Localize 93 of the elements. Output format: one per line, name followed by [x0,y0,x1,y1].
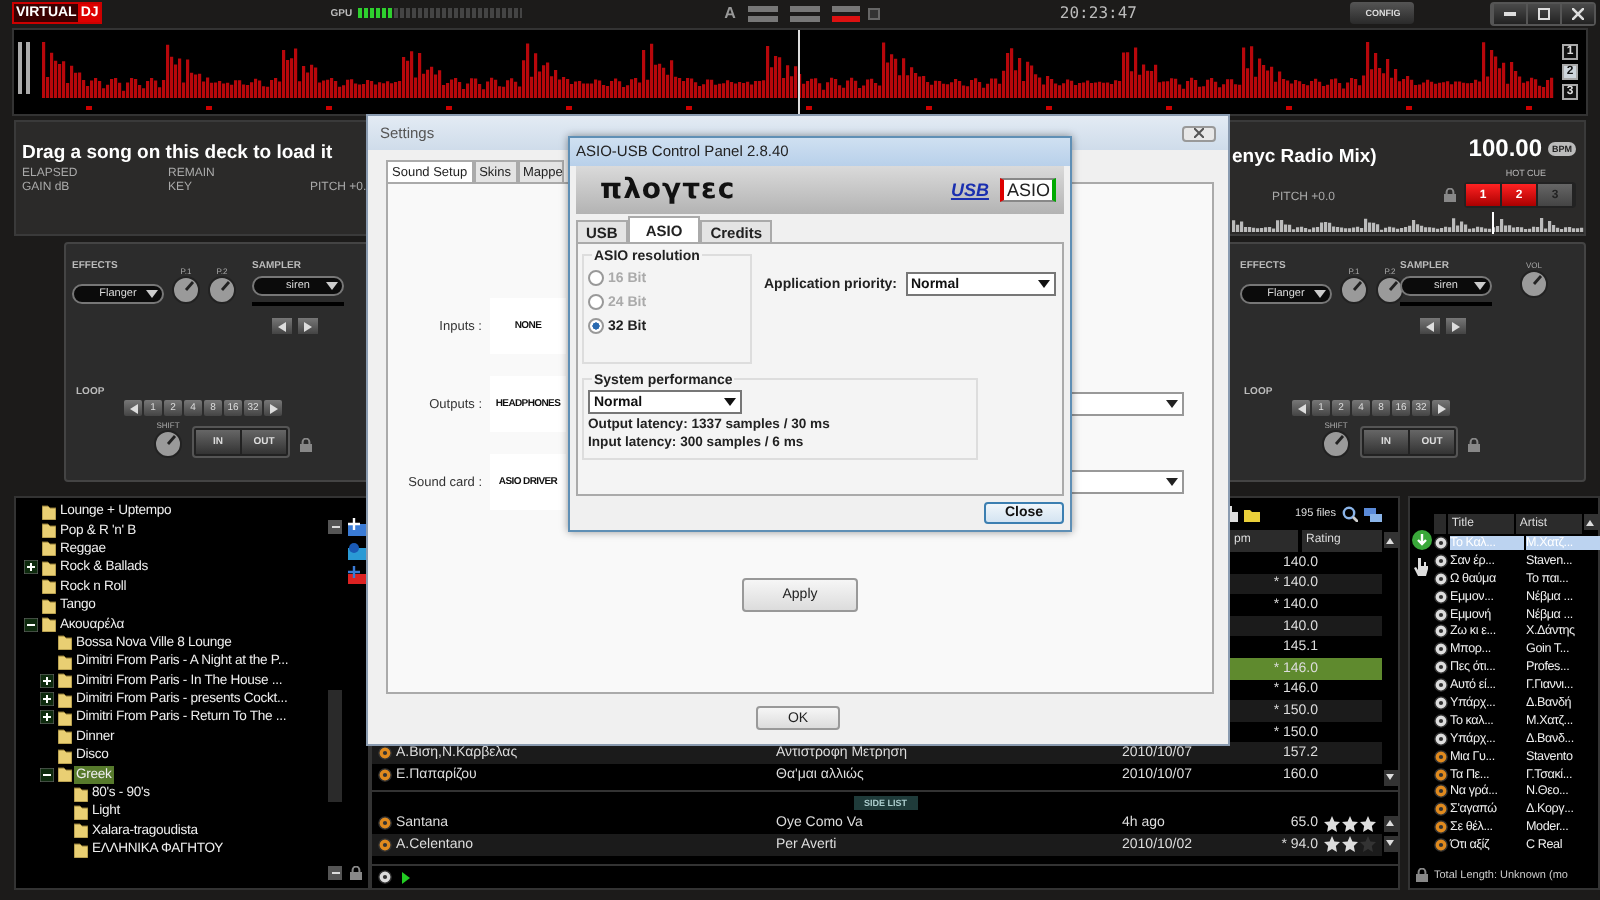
font-size-button[interactable]: A [724,4,736,22]
expand-icon[interactable] [40,692,54,707]
previous-button[interactable] [272,318,292,334]
down-arrow-icon [1386,840,1394,847]
next-button[interactable] [298,318,318,334]
caret-icon [724,398,736,406]
search-icon[interactable] [1342,506,1358,522]
asio-logo: ASIO [1000,178,1056,202]
hand-icon[interactable] [1414,558,1430,576]
left-arrow-icon [278,321,286,331]
minimize-button[interactable] [1492,3,1526,23]
caret-icon [1474,282,1486,290]
deck-message: Drag a song on this deck to load it [22,142,333,167]
right-arrow-icon [304,321,312,331]
maximize-button[interactable] [1526,3,1560,23]
expand-icon[interactable] [24,560,38,575]
up-arrow-icon [1386,820,1394,827]
knob[interactable] [154,430,182,458]
knob[interactable] [172,276,200,304]
minimize-icon [1504,11,1516,15]
layout-icon[interactable] [747,5,778,21]
caret-icon [146,290,158,298]
caret-icon [1037,280,1049,288]
left-arrow-icon [129,403,137,413]
knob[interactable] [1376,276,1404,304]
previous-button[interactable] [1420,318,1440,334]
lock-icon[interactable] [1416,868,1428,882]
network-icon[interactable] [1364,507,1382,521]
caret-icon [1314,290,1326,298]
disc-icon [378,870,392,884]
collapse-icon[interactable] [40,767,54,782]
close-button[interactable] [1182,125,1216,141]
right-arrow-icon [1437,403,1445,413]
column-header [1434,514,1446,534]
disc-icon [378,746,392,761]
lock-icon[interactable] [1444,188,1456,202]
folder-icon[interactable] [1243,507,1259,521]
disc-icon [378,837,392,852]
bpm-value: 100.00 [1468,134,1542,162]
disc-icon [378,767,392,782]
loop-halve-button[interactable] [1292,400,1310,416]
close-icon [1572,7,1584,19]
up-arrow-icon [1586,519,1595,525]
device-dropdown[interactable] [1070,470,1184,494]
clock: 20:23:47 [1059,4,1137,22]
loop-double-button[interactable] [264,400,282,416]
brand-logo: πλογτεc [600,174,736,206]
usb-logo: USB [950,180,989,200]
caret-icon [1166,478,1178,486]
download-icon[interactable] [1412,530,1432,550]
next-button[interactable] [1446,318,1466,334]
right-arrow-icon [1452,321,1460,331]
caret-icon [1166,400,1178,408]
playlist-folder-icon[interactable] [347,566,365,584]
close-icon [1194,128,1204,138]
caret-icon [326,282,338,290]
square-icon[interactable] [867,7,880,19]
knob[interactable] [1322,430,1350,458]
scroll-down-button[interactable] [1383,835,1397,852]
layout-icon[interactable] [831,5,860,21]
lock-icon[interactable] [1468,438,1480,452]
left-arrow-icon [1297,403,1305,413]
lock-icon[interactable] [300,438,312,452]
add-folder-icon[interactable] [347,518,365,536]
close-button[interactable] [1560,3,1594,23]
empty-star-icon [1360,836,1376,853]
knob[interactable] [1520,270,1548,298]
scroll-up-button[interactable] [1383,532,1397,548]
lock-icon[interactable] [350,866,362,880]
layout-icon[interactable] [789,5,820,21]
track-title: enyc Radio Mix) [1232,145,1377,167]
filter-folder-icon[interactable] [347,542,365,560]
disc-icon [378,816,392,831]
expand-icon[interactable] [40,673,54,688]
collapse-icon[interactable] [24,617,38,632]
loop-halve-button[interactable] [124,400,142,416]
scrollbar-thumb[interactable] [328,690,342,802]
knob[interactable] [208,276,236,304]
minus-icon [331,872,339,874]
scroll-up-button[interactable] [1383,815,1397,832]
left-arrow-icon [1426,321,1434,331]
minus-icon [331,526,339,528]
scroll-down-button[interactable] [1383,769,1397,786]
up-arrow-icon [1386,537,1394,543]
maximize-icon [1538,7,1550,19]
right-arrow-icon [269,403,277,413]
device-dropdown[interactable] [1070,392,1184,416]
scroll-up-button[interactable] [1583,514,1598,530]
down-arrow-icon [1386,774,1394,781]
play-icon[interactable] [402,871,410,883]
expand-icon[interactable] [40,710,54,725]
knob[interactable] [1340,276,1368,304]
loop-double-button[interactable] [1432,400,1450,416]
